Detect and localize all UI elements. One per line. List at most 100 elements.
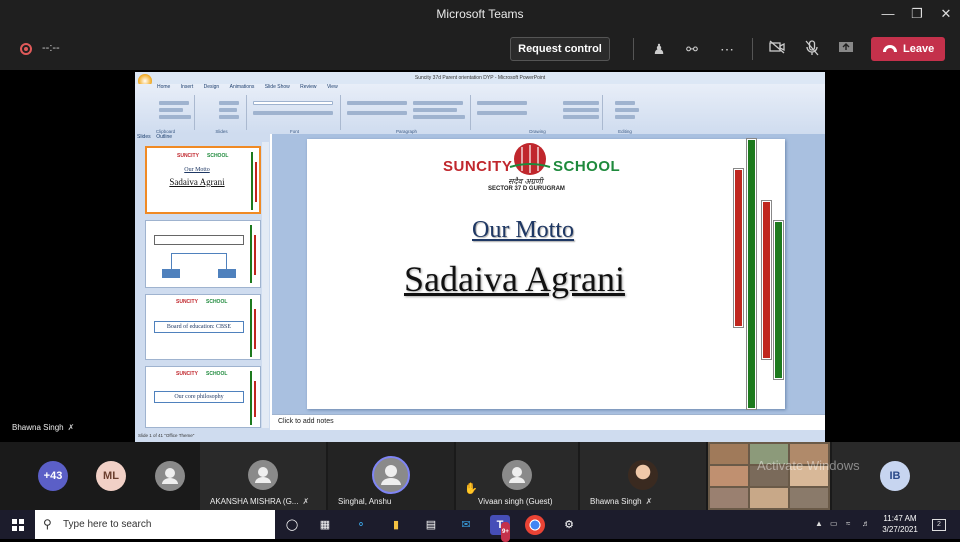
avatar bbox=[502, 460, 532, 490]
logo-sector-text: SECTOR 37 D GURUGRAM bbox=[488, 186, 565, 192]
avatar[interactable] bbox=[155, 461, 185, 491]
search-icon: ⚲ bbox=[43, 517, 52, 531]
camera-off-icon[interactable] bbox=[768, 40, 786, 58]
ribbon-group-slides: Slides bbox=[197, 95, 247, 134]
participant-name: Singhal, Anshu bbox=[338, 497, 392, 506]
windows-taskbar: ⚲ Type here to search ◯ ▦ ⚬ ▮ ▤ ✉ T 9+ ⚙ … bbox=[0, 510, 960, 542]
tab-animations: Animations bbox=[229, 84, 255, 90]
recording-icon bbox=[20, 43, 32, 55]
motto-heading: Our Motto bbox=[472, 217, 574, 243]
avatar[interactable]: ML bbox=[96, 461, 126, 491]
current-slide: SUNCITY SCHOOL सदैव अग्रणी SECTOR 37 D G… bbox=[307, 139, 785, 409]
divider bbox=[752, 38, 753, 60]
request-control-button[interactable]: Request control bbox=[510, 37, 610, 61]
store-icon[interactable]: ▤ bbox=[421, 515, 441, 535]
leave-label: Leave bbox=[903, 43, 935, 55]
tab-outline: Outline bbox=[156, 134, 173, 140]
logo-suncity-text: SUNCITY bbox=[443, 158, 513, 175]
mic-off-icon: ✗ bbox=[302, 497, 310, 506]
participant-name: Vivaan singh (Guest) bbox=[478, 497, 553, 506]
wifi-icon[interactable]: ≈ bbox=[846, 519, 850, 528]
teams-badge: 9+ bbox=[501, 522, 510, 542]
decorative-bar-green bbox=[774, 221, 783, 379]
ppt-ribbon: Home Insert Design Animations Slide Show… bbox=[135, 84, 825, 134]
avatar: IB bbox=[880, 461, 910, 491]
ribbon-group-clipboard: Clipboard bbox=[137, 95, 195, 134]
volume-icon[interactable]: ♬ bbox=[862, 519, 870, 528]
close-button[interactable]: ✕ bbox=[938, 6, 954, 22]
edge-icon[interactable]: ⚬ bbox=[351, 515, 371, 535]
chrome-icon[interactable] bbox=[525, 515, 545, 535]
ppt-tabs: Home Insert Design Animations Slide Show… bbox=[157, 84, 347, 93]
share-screen-icon[interactable] bbox=[837, 40, 855, 58]
presenter-name: Bhawna Singh ✗ bbox=[12, 423, 75, 432]
notifications-icon[interactable]: 2 bbox=[932, 519, 946, 531]
mail-icon[interactable]: ✉ bbox=[456, 515, 476, 535]
slide-thumbnail: SUNCITY SCHOOL Our core philosophy bbox=[145, 366, 261, 428]
tab-slide-show: Slide Show bbox=[264, 84, 290, 90]
participant-tile[interactable]: Bhawna Singh ✗ bbox=[580, 442, 706, 510]
participant-tile[interactable]: IB bbox=[832, 442, 960, 510]
participant-name: Bhawna Singh ✗ bbox=[590, 497, 653, 506]
slide-thumbnail bbox=[145, 220, 261, 288]
decorative-bar-red bbox=[762, 201, 771, 359]
participant-video-grid[interactable] bbox=[708, 442, 830, 510]
slide-thumbnail: SUNCITY SCHOOL Board of education: CBSE bbox=[145, 294, 261, 360]
avatar-speaking bbox=[372, 456, 410, 494]
avatar-photo bbox=[628, 460, 658, 490]
mic-off-icon: ✗ bbox=[645, 497, 653, 506]
participant-strip: +43 ML AKANSHA MISHRA (G... ✗ Singhal, An… bbox=[0, 442, 960, 510]
participant-tile[interactable]: AKANSHA MISHRA (G... ✗ bbox=[200, 442, 326, 510]
mic-off-icon: ✗ bbox=[67, 423, 75, 432]
more-options-icon[interactable]: ⋯ bbox=[718, 40, 736, 58]
participant-tile[interactable]: Singhal, Anshu bbox=[328, 442, 454, 510]
taskbar-search-box[interactable]: ⚲ Type here to search bbox=[35, 510, 275, 539]
thumbnail-scrollbar[interactable] bbox=[262, 142, 269, 428]
minimize-button[interactable]: — bbox=[880, 6, 896, 21]
participant-tile[interactable]: ✋ Vivaan singh (Guest) bbox=[456, 442, 578, 510]
ppt-title: Suncity 37d Parent orientation DYP - Mic… bbox=[135, 72, 825, 84]
overflow-participants-button[interactable]: +43 bbox=[38, 461, 68, 491]
tab-review: Review bbox=[300, 84, 317, 90]
avatar bbox=[248, 460, 278, 490]
task-view-icon[interactable]: ▦ bbox=[315, 515, 335, 535]
motto-tagline: Sadaiva Agrani bbox=[404, 259, 625, 299]
tab-design: Design bbox=[203, 84, 220, 90]
phone-hangup-icon bbox=[883, 45, 897, 52]
ribbon-group-paragraph: Paragraph bbox=[343, 95, 471, 134]
decorative-bar-red bbox=[734, 169, 743, 327]
raised-hand-icon: ✋ bbox=[464, 483, 478, 495]
activate-windows-watermark: Activate Windows bbox=[757, 458, 860, 473]
ribbon-group-editing: Editing bbox=[605, 95, 645, 134]
battery-icon[interactable]: ▭ bbox=[830, 519, 838, 528]
tab-insert: Insert bbox=[180, 84, 194, 90]
settings-icon[interactable]: ⚙ bbox=[559, 515, 579, 535]
tab-view: View bbox=[326, 84, 338, 90]
participant-name: AKANSHA MISHRA (G... ✗ bbox=[210, 497, 310, 506]
participants-icon[interactable]: ♟ bbox=[650, 40, 668, 58]
tab-home: Home bbox=[157, 84, 171, 90]
window-title: Microsoft Teams bbox=[436, 7, 524, 21]
decorative-bar-green bbox=[747, 139, 756, 409]
ribbon-group-font: Font bbox=[249, 95, 341, 134]
maximize-button[interactable]: ❐ bbox=[909, 6, 925, 22]
cortana-icon[interactable]: ◯ bbox=[282, 515, 302, 535]
chat-icon[interactable]: ⚯ bbox=[683, 40, 701, 58]
mic-off-icon[interactable] bbox=[803, 40, 821, 58]
call-timer: --:-- bbox=[42, 42, 60, 54]
tray-overflow-icon[interactable]: ▲ bbox=[815, 519, 823, 528]
notes-pane: Click to add notes bbox=[272, 414, 825, 430]
teams-icon[interactable]: T 9+ bbox=[490, 515, 510, 542]
suncity-logo-icon bbox=[509, 143, 551, 175]
shared-powerpoint-window: Suncity 37d Parent orientation DYP - Mic… bbox=[135, 72, 825, 442]
leave-button[interactable]: Leave bbox=[871, 37, 945, 61]
call-controls-bar: --:-- Request control ♟ ⚯ ⋯ Leave bbox=[0, 28, 960, 70]
taskbar-clock[interactable]: 11:47 AM 3/27/2021 bbox=[878, 513, 922, 535]
logo-school-text: SCHOOL bbox=[553, 158, 621, 175]
divider bbox=[633, 38, 634, 60]
file-explorer-icon[interactable]: ▮ bbox=[386, 515, 406, 535]
slide-thumbnail: SUNCITY SCHOOL Our Motto Sadaiva Agrani bbox=[145, 146, 261, 214]
tab-slides: Slides bbox=[137, 134, 151, 140]
ribbon-group-drawing: Drawing bbox=[473, 95, 603, 134]
windows-start-icon[interactable] bbox=[12, 519, 24, 531]
